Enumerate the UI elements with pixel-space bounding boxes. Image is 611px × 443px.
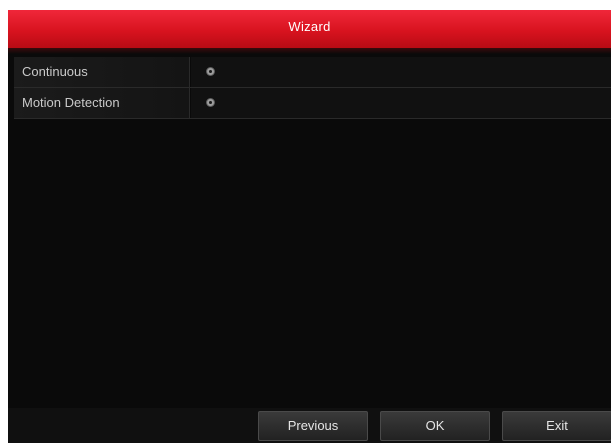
row-label-motion-detection: Motion Detection xyxy=(14,88,190,118)
ok-button[interactable]: OK xyxy=(380,411,490,441)
window-title: Wizard xyxy=(288,19,331,34)
wizard-dialog: Wizard Continuous Motion Detection Previ… xyxy=(8,10,611,443)
titlebar-divider xyxy=(8,48,611,54)
gear-icon[interactable] xyxy=(207,68,214,75)
previous-button[interactable]: Previous xyxy=(258,411,368,441)
gear-icon[interactable] xyxy=(207,99,214,106)
row-value-continuous xyxy=(191,57,611,87)
footer-bar: Previous OK Exit xyxy=(8,408,611,443)
titlebar: Wizard xyxy=(8,10,611,48)
row-label-continuous: Continuous xyxy=(14,57,190,87)
settings-row-continuous: Continuous xyxy=(14,57,611,88)
exit-button[interactable]: Exit xyxy=(502,411,611,441)
row-value-motion-detection xyxy=(191,88,611,118)
settings-row-motion-detection: Motion Detection xyxy=(14,88,611,119)
settings-table: Continuous Motion Detection xyxy=(14,57,611,119)
